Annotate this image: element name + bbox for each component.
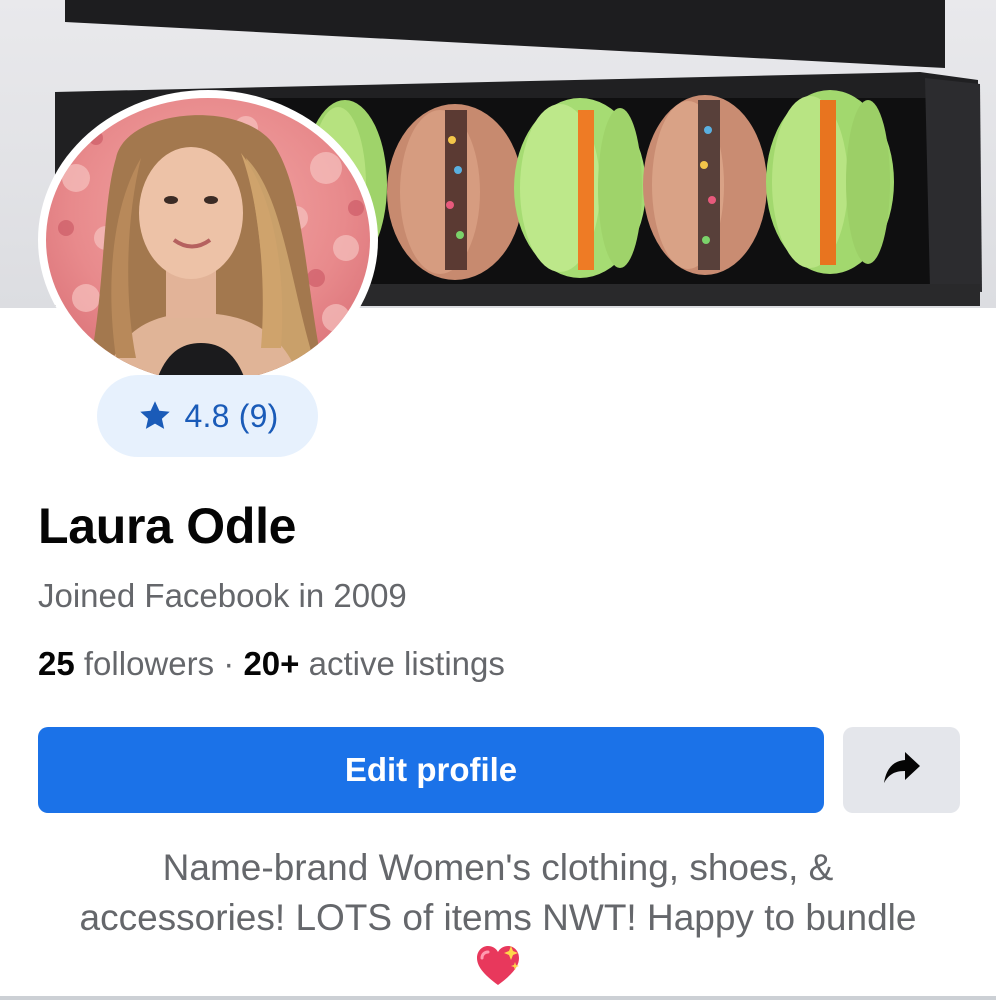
- listings-label[interactable]: active listings: [309, 645, 505, 682]
- profile-stats: 25 followers · 20+ active listings: [38, 645, 505, 683]
- sparkling-heart-icon: [475, 944, 521, 988]
- share-arrow-icon: [882, 750, 922, 791]
- share-button[interactable]: [843, 727, 960, 813]
- marketplace-profile-page: 4.8 (9) Laura Odle Joined Facebook in 20…: [0, 0, 996, 1000]
- profile-avatar[interactable]: [38, 90, 378, 390]
- avatar-photo: [46, 98, 370, 382]
- rating-value: 4.8 (9): [185, 398, 279, 435]
- star-icon: [137, 398, 173, 434]
- rating-score: 4.8: [184, 397, 230, 434]
- joined-date: Joined Facebook in 2009: [38, 577, 407, 614]
- profile-name: Laura Odle: [38, 498, 297, 554]
- bio-text: Name-brand Women's clothing, shoes, & ac…: [79, 847, 917, 938]
- followers-count[interactable]: 25: [38, 645, 75, 682]
- edit-profile-button[interactable]: Edit profile: [38, 727, 824, 813]
- profile-bio: Name-brand Women's clothing, shoes, & ac…: [60, 843, 936, 993]
- followers-label[interactable]: followers: [84, 645, 214, 682]
- rating-count: (9): [238, 397, 279, 434]
- listings-count[interactable]: 20+: [243, 645, 299, 682]
- stats-separator: ·: [223, 645, 235, 682]
- seller-rating-button[interactable]: 4.8 (9): [97, 375, 318, 457]
- divider: [0, 996, 996, 1000]
